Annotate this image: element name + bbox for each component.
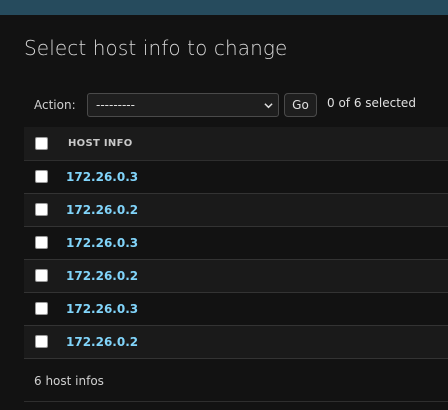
page-title: Select host info to change bbox=[24, 36, 288, 60]
result-count: 6 host infos bbox=[24, 359, 448, 402]
action-label: Action: bbox=[34, 98, 76, 112]
table-header: HOST INFO bbox=[24, 127, 448, 161]
column-header-host-info[interactable]: HOST INFO bbox=[68, 138, 133, 149]
result-count-text: 6 host infos bbox=[34, 374, 104, 388]
results-table: HOST INFO 172.26.0.3 172.26.0.2 172.26.0… bbox=[24, 127, 448, 359]
table-row: 172.26.0.3 bbox=[24, 293, 448, 326]
action-select-value: --------- bbox=[96, 98, 135, 112]
table-row: 172.26.0.3 bbox=[24, 161, 448, 194]
action-select[interactable]: --------- bbox=[87, 93, 279, 117]
go-button[interactable]: Go bbox=[284, 93, 317, 117]
host-info-link[interactable]: 172.26.0.2 bbox=[66, 269, 138, 283]
row-checkbox[interactable] bbox=[35, 203, 48, 216]
row-checkbox[interactable] bbox=[35, 335, 48, 348]
host-info-link[interactable]: 172.26.0.3 bbox=[66, 170, 138, 184]
host-info-link[interactable]: 172.26.0.3 bbox=[66, 236, 138, 250]
select-all-checkbox[interactable] bbox=[35, 137, 48, 150]
table-row: 172.26.0.2 bbox=[24, 260, 448, 293]
table-row: 172.26.0.2 bbox=[24, 326, 448, 359]
host-info-link[interactable]: 172.26.0.3 bbox=[66, 302, 138, 316]
actions-bar: Action: --------- Go 0 of 6 selected bbox=[24, 84, 448, 127]
host-info-link[interactable]: 172.26.0.2 bbox=[66, 203, 138, 217]
header-bar bbox=[0, 0, 448, 15]
table-row: 172.26.0.2 bbox=[24, 194, 448, 227]
table-row: 172.26.0.3 bbox=[24, 227, 448, 260]
selected-count: 0 of 6 selected bbox=[327, 96, 416, 110]
host-info-link[interactable]: 172.26.0.2 bbox=[66, 335, 138, 349]
chevron-down-icon bbox=[264, 103, 273, 109]
row-checkbox[interactable] bbox=[35, 170, 48, 183]
row-checkbox[interactable] bbox=[35, 269, 48, 282]
row-checkbox[interactable] bbox=[35, 236, 48, 249]
row-checkbox[interactable] bbox=[35, 302, 48, 315]
